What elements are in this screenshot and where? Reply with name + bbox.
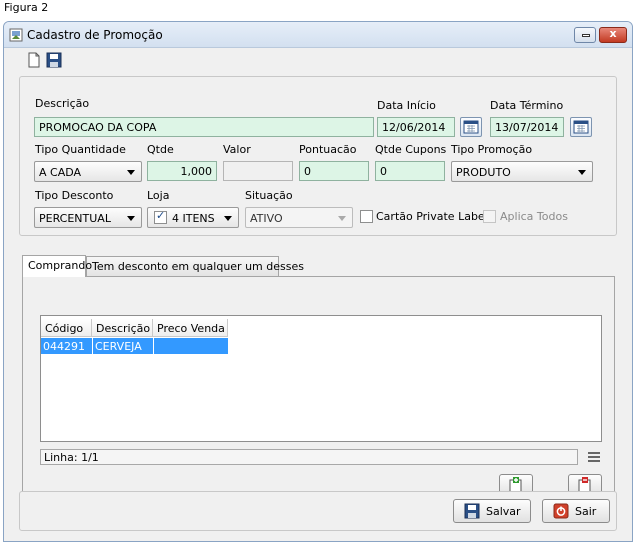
tipo-desconto-select[interactable]: PERCENTUAL xyxy=(34,207,142,228)
cell-codigo: 044291 xyxy=(43,340,85,353)
tipo-promocao-label: Tipo Promoção xyxy=(451,143,533,156)
title-bar: Cadastro de Promoção x xyxy=(4,22,632,48)
close-icon: x xyxy=(609,27,617,40)
window-title: Cadastro de Promoção xyxy=(27,28,163,42)
minimize-icon xyxy=(582,34,590,37)
column-header-codigo[interactable]: Código xyxy=(41,319,92,337)
close-button[interactable]: x xyxy=(599,27,627,43)
calendar-icon xyxy=(463,120,479,134)
chevron-down-icon xyxy=(127,170,135,175)
products-grid[interactable]: Código Descrição Preco Venda 044291 CERV… xyxy=(40,315,602,442)
column-header-preco-venda[interactable]: Preco Venda xyxy=(153,319,228,337)
valor-label: Valor xyxy=(223,143,251,156)
pontuacao-input[interactable]: 0 xyxy=(299,161,369,181)
floppy-disk-icon[interactable] xyxy=(46,52,62,68)
situacao-select[interactable]: ATIVO xyxy=(245,207,353,228)
data-inicio-label: Data Início xyxy=(377,99,436,112)
descricao-input[interactable]: PROMOCAO DA COPA xyxy=(34,117,374,137)
column-header-descricao[interactable]: Descrição xyxy=(92,319,153,337)
situacao-value: ATIVO xyxy=(250,212,283,225)
qtde-cupons-label: Qtde Cupons xyxy=(375,143,447,156)
situacao-label: Situação xyxy=(245,189,293,202)
salvar-button[interactable]: Salvar xyxy=(453,499,531,523)
pontuacao-label: Pontuacão xyxy=(299,143,357,156)
cartao-private-label-label: Cartão Private Label xyxy=(376,210,488,223)
form-panel: Descrição PROMOCAO DA COPA Data Início 1… xyxy=(19,76,617,236)
promotion-window: Cadastro de Promoção x Descrição PROMOCA… xyxy=(3,21,633,542)
cartao-private-label-checkbox[interactable] xyxy=(360,210,373,223)
qtde-cupons-input[interactable]: 0 xyxy=(375,161,445,181)
tipo-desconto-value: PERCENTUAL xyxy=(39,212,111,225)
valor-input[interactable] xyxy=(223,161,293,181)
loja-select[interactable]: 4 ITENS xyxy=(147,207,239,228)
figure-caption: Figura 2 xyxy=(4,1,49,14)
cell-preco-venda xyxy=(153,338,156,354)
data-termino-calendar-button[interactable] xyxy=(570,117,592,137)
data-termino-label: Data Término xyxy=(490,99,564,112)
loja-label: Loja xyxy=(147,189,170,202)
chevron-down-icon xyxy=(338,216,346,221)
minimize-button[interactable] xyxy=(574,27,596,43)
loja-checkbox[interactable] xyxy=(154,209,167,224)
data-inicio-input[interactable]: 12/06/2014 xyxy=(377,117,455,137)
tipo-promocao-value: PRODUTO xyxy=(456,166,511,179)
descricao-label: Descrição xyxy=(35,97,90,110)
tipo-quantidade-select[interactable]: A CADA xyxy=(34,161,142,182)
cell-descricao: CERVEJA xyxy=(92,338,142,354)
chevron-down-icon xyxy=(127,216,135,221)
tipo-quantidade-label: Tipo Quantidade xyxy=(35,143,126,156)
qtde-label: Qtde xyxy=(147,143,174,156)
floppy-disk-icon xyxy=(464,503,480,519)
data-termino-input[interactable]: 13/07/2014 xyxy=(490,117,564,137)
salvar-label: Salvar xyxy=(486,505,521,518)
tipo-desconto-label: Tipo Desconto xyxy=(35,189,114,202)
hamburger-menu-icon[interactable] xyxy=(588,451,600,463)
chevron-down-icon xyxy=(578,170,586,175)
app-icon xyxy=(9,28,23,42)
chevron-down-icon xyxy=(224,216,232,221)
sair-label: Sair xyxy=(575,505,597,518)
tipo-quantidade-value: A CADA xyxy=(39,166,82,179)
status-line: Linha: 1/1 xyxy=(40,449,578,465)
sair-button[interactable]: Sair xyxy=(542,499,610,523)
exit-icon xyxy=(553,503,569,519)
tab-content: Código Descrição Preco Venda 044291 CERV… xyxy=(22,276,615,508)
bottom-panel: Salvar Sair xyxy=(19,491,617,531)
tipo-promocao-select[interactable]: PRODUTO xyxy=(451,161,593,182)
calendar-icon xyxy=(573,120,589,134)
aplica-todos-checkbox[interactable] xyxy=(483,210,496,223)
tab-comprando[interactable]: Comprando xyxy=(22,255,92,277)
qtde-input[interactable]: 1,000 xyxy=(147,161,217,181)
tab-tem-desconto[interactable]: Tem desconto em qualquer um desses xyxy=(86,256,304,277)
data-inicio-calendar-button[interactable] xyxy=(460,117,482,137)
loja-value: 4 ITENS xyxy=(172,212,215,225)
new-document-icon[interactable] xyxy=(26,52,42,68)
aplica-todos-label: Aplica Todos xyxy=(500,210,568,223)
table-row[interactable]: 044291 CERVEJA xyxy=(41,338,228,354)
